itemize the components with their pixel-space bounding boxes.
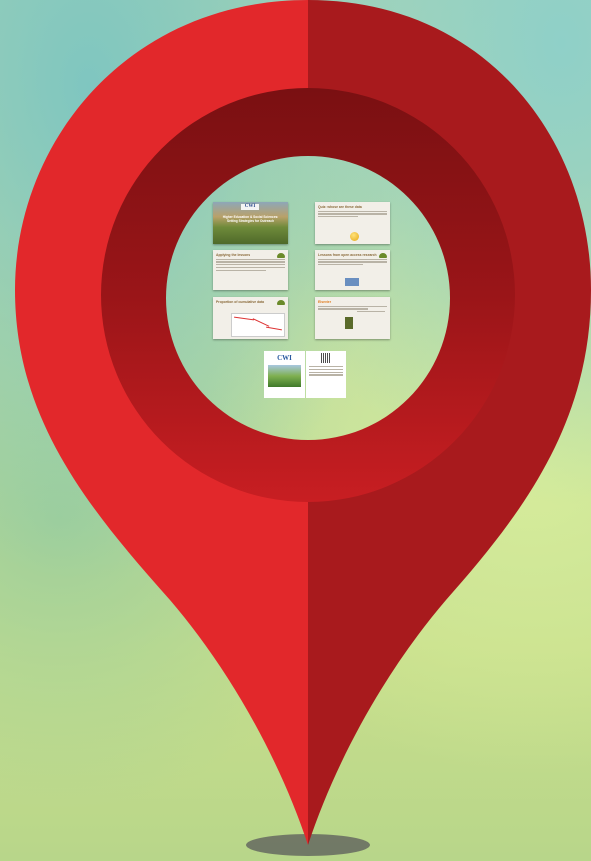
slide-heading: Elsevier xyxy=(318,300,332,304)
field-photo xyxy=(268,365,301,387)
text-line xyxy=(216,269,266,271)
cwi-logo: CWI xyxy=(277,354,292,362)
book-icon xyxy=(345,317,353,329)
text-line xyxy=(318,264,363,266)
smiley-icon xyxy=(350,232,359,241)
slide-title[interactable]: CWI Higher Education & Social Sciences: … xyxy=(213,202,288,244)
chart-icon xyxy=(231,313,285,337)
slide-heading: Quiz: whose are these data xyxy=(318,205,362,209)
text-line xyxy=(357,311,385,313)
text-line xyxy=(309,366,343,368)
poster[interactable]: CWI xyxy=(264,351,346,398)
text-line xyxy=(216,258,285,260)
leaf-logo-icon xyxy=(277,253,285,258)
pin-ring xyxy=(101,88,515,502)
text-line xyxy=(309,371,343,373)
text-line xyxy=(318,216,358,218)
slide-quiz[interactable]: Quiz: whose are these data xyxy=(315,202,390,244)
text-line xyxy=(216,266,285,269)
poster-right-panel xyxy=(306,351,346,398)
leaf-logo-icon xyxy=(379,253,387,258)
slide-elsevier[interactable]: Elsevier xyxy=(315,297,390,339)
text-line xyxy=(318,213,387,215)
text-line xyxy=(318,305,387,307)
slide-proportion[interactable]: Proportion of cumulative data xyxy=(213,297,288,339)
text-line xyxy=(309,368,343,370)
cwi-logo: CWI xyxy=(241,204,259,210)
map-pin-icon xyxy=(15,0,591,856)
text-line xyxy=(216,261,285,263)
leaf-logo-icon xyxy=(277,300,285,305)
text-line xyxy=(309,374,343,376)
figure-thumbnail xyxy=(345,278,359,286)
slide-applying[interactable]: Applying the lessons xyxy=(213,250,288,290)
poster-left-panel: CWI xyxy=(264,351,305,398)
slide-title-text: Higher Education & Social Sciences: Sett… xyxy=(222,215,279,223)
text-line xyxy=(318,261,387,263)
text-line xyxy=(318,308,368,310)
slide-lessons[interactable]: Lessons from open access research xyxy=(315,250,390,290)
text-line xyxy=(318,210,387,212)
text-line xyxy=(318,258,387,260)
qr-code-icon xyxy=(321,353,331,363)
text-line xyxy=(216,264,285,266)
